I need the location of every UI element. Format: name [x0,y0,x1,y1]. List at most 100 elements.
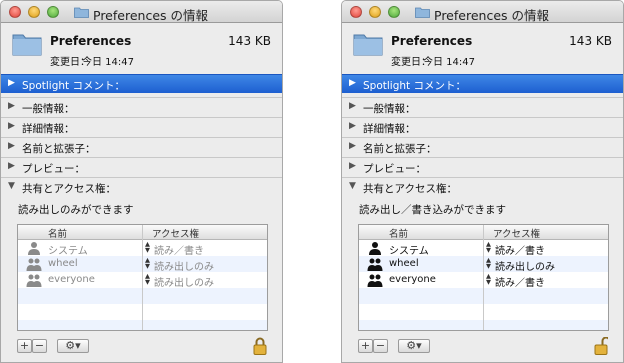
section-name-extension[interactable]: ▶ 名前と拡張子： [342,137,623,156]
file-name: Preferences [391,34,473,48]
column-divider [483,225,484,330]
section-label: プレビュー： [22,163,85,175]
group-icon [367,274,383,287]
section-label: プレビュー： [363,163,426,175]
disclosure-triangle-icon[interactable]: ▶ [8,161,15,171]
folder-icon [353,34,383,56]
info-window-right: Preferences の情報 Preferences 143 KB 変更日： … [341,0,624,363]
section-label: 共有とアクセス権： [363,183,457,195]
user-icon [28,242,40,255]
group-icon [26,258,42,271]
access-privilege[interactable]: 読み出しのみ [154,274,214,289]
section-general-info[interactable]: ▶ 一般情報： [342,97,623,116]
disclosure-triangle-icon[interactable]: ▶ [8,78,15,88]
user-name: wheel [389,258,419,269]
modified-value: 今日 14:47 [423,57,475,68]
minimize-button[interactable] [369,6,381,18]
access-privilege[interactable]: 読み／書き [154,242,204,257]
permission-summary: 読み出しのみができます [18,204,134,216]
access-privilege[interactable]: 読み／書き [495,242,545,257]
section-general-info[interactable]: ▶ 一般情報： [1,97,282,116]
minimize-button[interactable] [28,6,40,18]
file-header: Preferences 143 KB 変更日： 今日 14:47 [342,24,623,72]
remove-user-button[interactable]: − [32,339,47,353]
disclosure-triangle-icon[interactable]: ▶ [8,141,15,151]
section-label: Spotlight コメント： [363,80,466,92]
column-divider [142,225,143,330]
file-header: Preferences 143 KB 変更日： 今日 14:47 [1,24,282,72]
access-privilege[interactable]: 読み／書き [495,274,545,289]
close-button[interactable] [9,6,21,18]
disclosure-triangle-expanded-icon[interactable]: ▼ [8,181,15,191]
zoom-button[interactable] [47,6,59,18]
section-label: 一般情報： [22,103,75,115]
group-icon [367,258,383,271]
access-privilege[interactable]: 読み出しのみ [154,258,214,273]
folder-icon [415,7,430,18]
section-name-extension[interactable]: ▶ 名前と拡張子： [1,137,282,156]
section-sharing-permissions[interactable]: ▼ 共有とアクセス権： [1,177,282,196]
user-name: everyone [389,274,436,285]
section-spotlight-comments[interactable]: ▶ Spotlight コメント： [1,74,282,93]
add-user-button[interactable]: + [17,339,32,353]
remove-user-button[interactable]: − [373,339,388,353]
section-more-info[interactable]: ▶ 詳細情報： [342,117,623,136]
column-header-name[interactable]: 名前 [48,226,67,240]
popup-arrows-icon[interactable]: ▲ ▼ [486,273,491,286]
lock-icon[interactable] [594,337,608,355]
disclosure-triangle-icon[interactable]: ▶ [349,161,356,171]
modified-value: 今日 14:47 [82,57,134,68]
title-bar[interactable]: Preferences の情報 [1,1,282,23]
section-more-info[interactable]: ▶ 詳細情報： [1,117,282,136]
section-preview[interactable]: ▶ プレビュー： [342,157,623,176]
permission-summary: 読み出し／書き込みができます [359,204,506,216]
section-sharing-permissions[interactable]: ▼ 共有とアクセス権： [342,177,623,196]
section-label: 詳細情報： [22,123,75,135]
section-label: 名前と拡張子： [22,143,96,155]
window-title: Preferences の情報 [434,8,549,23]
disclosure-triangle-icon[interactable]: ▶ [349,78,356,88]
column-header-name[interactable]: 名前 [389,226,408,240]
lock-icon[interactable] [253,337,267,355]
action-menu-button[interactable]: ⚙▾ [398,339,430,353]
user-name: システム [389,246,429,257]
title-bar[interactable]: Preferences の情報 [342,1,623,23]
section-label: 詳細情報： [363,123,416,135]
user-name: システム [48,246,88,257]
disclosure-triangle-icon[interactable]: ▶ [8,121,15,131]
close-button[interactable] [350,6,362,18]
disclosure-triangle-icon[interactable]: ▶ [349,101,356,111]
file-size: 143 KB [228,34,271,48]
user-icon [369,242,381,255]
disclosure-triangle-icon[interactable]: ▶ [349,141,356,151]
file-name: Preferences [50,34,132,48]
action-menu-button[interactable]: ⚙▾ [57,339,89,353]
section-label: 一般情報： [363,103,416,115]
permissions-table: 名前 アクセス権 システム ▲▼ 読み／書き wheel ▲▼ 読み出しのみ [17,224,268,331]
section-label: Spotlight コメント： [22,80,125,92]
section-spotlight-comments[interactable]: ▶ Spotlight コメント： [342,74,623,93]
window-title: Preferences の情報 [93,8,208,23]
column-header-access[interactable]: アクセス権 [152,226,199,240]
disclosure-triangle-expanded-icon[interactable]: ▼ [349,181,356,191]
disclosure-triangle-icon[interactable]: ▶ [8,101,15,111]
file-size: 143 KB [569,34,612,48]
access-privilege[interactable]: 読み出しのみ [495,258,555,273]
disclosure-triangle-icon[interactable]: ▶ [349,121,356,131]
folder-icon [12,34,42,56]
section-label: 共有とアクセス権： [22,183,116,195]
section-preview[interactable]: ▶ プレビュー： [1,157,282,176]
group-icon [26,274,42,287]
popup-arrows-icon[interactable]: ▲ ▼ [486,241,491,254]
user-name: wheel [48,258,78,269]
user-name: everyone [48,274,95,285]
popup-arrows-icon[interactable]: ▲ ▼ [145,241,150,254]
column-header-access[interactable]: アクセス権 [493,226,540,240]
zoom-button[interactable] [388,6,400,18]
section-label: 名前と拡張子： [363,143,437,155]
folder-icon [74,7,89,18]
popup-arrows-icon[interactable]: ▲ ▼ [145,273,150,286]
popup-arrows-icon[interactable]: ▲ ▼ [486,257,491,270]
popup-arrows-icon[interactable]: ▲ ▼ [145,257,150,270]
add-user-button[interactable]: + [358,339,373,353]
